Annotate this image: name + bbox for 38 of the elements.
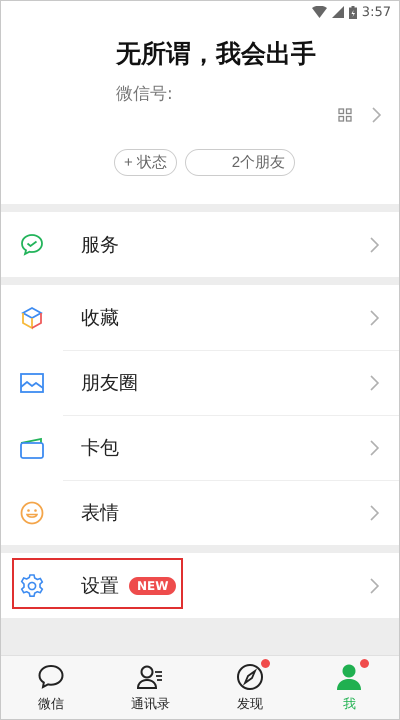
menu-row[interactable]: 表情 [1,480,399,545]
profile-name: 无所谓，我会出手 [116,38,317,70]
chevron-right-icon [370,578,379,594]
chevron-right-icon [372,107,381,123]
menu-row[interactable]: 收藏 [1,285,399,350]
wechat-id-label: 微信号: [116,83,174,105]
tab[interactable]: 发现 [200,656,300,719]
speech-bubble-icon [36,662,66,692]
menu-label: 朋友圈 [81,370,138,396]
menu-row[interactable]: 朋友圈 [1,350,399,415]
menu-row[interactable]: 服务 [1,212,399,277]
menu-label: 收藏 [81,306,119,330]
menu-row[interactable]: 卡包 [1,415,399,480]
new-badge: NEW [129,576,176,594]
qr-code-icon[interactable] [338,108,352,122]
chevron-right-icon [370,236,379,252]
menu-label: 表情 [81,500,119,526]
smiley-icon [19,500,45,526]
friends-chip[interactable]: 2个朋友 [184,149,296,176]
wifi-icon [312,6,327,18]
status-time: 3:57 [362,4,391,20]
battery-icon [348,6,357,18]
chevron-right-icon [370,310,379,326]
menu-label: 服务 [81,232,119,258]
speech-bubble-check-icon [19,232,45,258]
menu-label: 卡包 [81,436,119,460]
settings-icon [19,572,45,598]
chevron-right-icon [370,440,379,456]
signal-icon [332,6,344,18]
menu-row[interactable]: 设置 NEW [1,553,399,618]
tab[interactable]: 微信 [1,656,100,719]
chevron-right-icon [370,504,379,520]
compass-icon [234,662,265,692]
cube-icon [19,304,45,330]
menu-label: 设置 [81,574,119,598]
status-chip[interactable]: + 状态 [114,149,177,176]
chevron-right-icon [370,374,379,390]
tab[interactable]: 通讯录 [100,656,200,719]
